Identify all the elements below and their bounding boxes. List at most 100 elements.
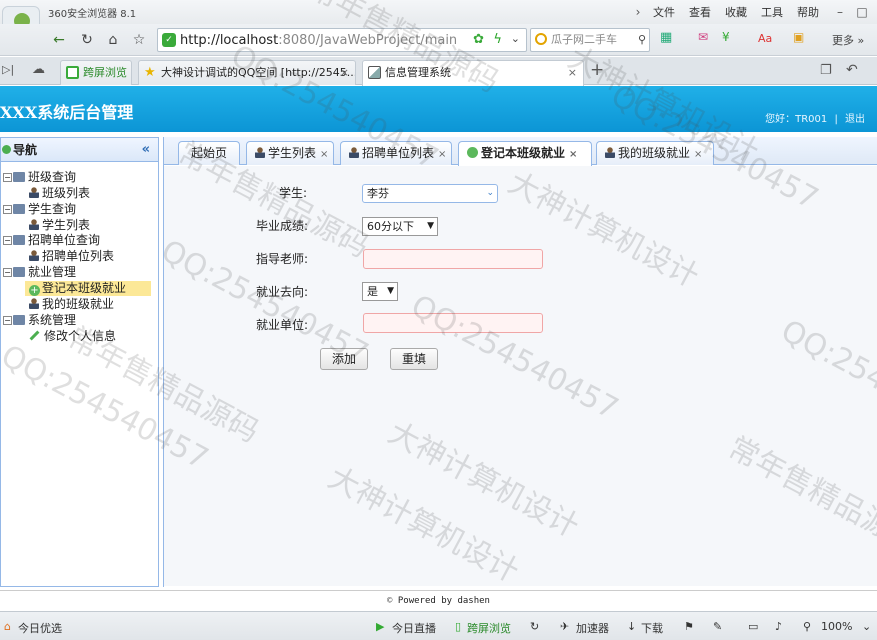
tree-node-edit-profile[interactable]: 修改个人信息 — [29, 329, 116, 344]
url-dropdown-icon[interactable]: ⌄ — [511, 32, 520, 45]
nav-icon — [2, 145, 11, 154]
volume-icon[interactable]: ♪ — [775, 620, 782, 633]
cross-screen-link[interactable]: 跨屏浏览 — [467, 620, 511, 636]
menu-tools[interactable]: 工具 — [761, 4, 783, 20]
search-input[interactable]: 瓜子网二手车 ⚲ — [530, 28, 650, 52]
footer-text: Powered by dashen — [397, 596, 490, 606]
user-icon — [255, 147, 265, 158]
undo-icon[interactable]: ↶ — [846, 62, 858, 78]
browser-tab-strip: ▷| ☁ 跨屏浏览 ★ 大神设计调试的QQ空间 [http://2545... … — [0, 57, 877, 86]
refresh-status-icon[interactable]: ↻ — [530, 620, 539, 633]
more-button[interactable]: 更多 » — [832, 32, 864, 48]
tree-node-student-list[interactable]: 学生列表 — [29, 218, 90, 233]
tab-student-list[interactable]: 学生列表 × — [246, 141, 334, 165]
menu-file[interactable]: 文件 — [653, 4, 675, 20]
rocket-icon: ✈ — [560, 620, 570, 633]
zoom-dropdown-icon[interactable]: ⌄ — [862, 620, 871, 633]
tab-register-employment[interactable]: 登记本班级就业 × — [458, 141, 592, 166]
download-icon: ↓ — [627, 620, 637, 633]
reset-button[interactable]: 重填 — [390, 348, 438, 370]
tab-home[interactable]: 起始页 — [178, 141, 240, 165]
minimize-icon[interactable]: – — [833, 5, 847, 19]
collapse-toggle-icon[interactable]: − — [3, 173, 12, 182]
tab-close-icon[interactable]: × — [320, 149, 328, 160]
close-icon[interactable]: × — [568, 61, 577, 84]
today-live-link[interactable]: 今日直播 — [392, 620, 436, 636]
maximize-icon[interactable]: □ — [855, 5, 869, 19]
back-icon[interactable]: ← — [48, 29, 70, 51]
restore-tab-icon[interactable]: ❐ — [820, 63, 832, 78]
tree-node-employer-query[interactable]: − 招聘单位查询 — [3, 233, 100, 248]
tab-close-icon[interactable]: × — [438, 149, 446, 160]
browser-tab-cross-screen[interactable]: 跨屏浏览 — [60, 60, 132, 85]
shop-icon[interactable]: ⌂ — [4, 620, 11, 633]
nav-arrow-icon[interactable]: › — [631, 5, 645, 19]
dropdown-arrow-icon: ▼ — [427, 221, 434, 231]
company-input[interactable] — [363, 313, 543, 333]
tree-node-class-list[interactable]: 班级列表 — [29, 186, 90, 201]
collapse-toggle-icon[interactable]: − — [3, 268, 12, 277]
zoom-level[interactable]: 100% — [821, 620, 852, 633]
lightning-icon[interactable]: ϟ — [493, 32, 502, 47]
tree-node-my-class-employment[interactable]: 我的班级就业 — [29, 297, 114, 312]
grade-select[interactable]: 60分以下 ▼ — [362, 217, 438, 236]
folder-icon — [13, 315, 25, 325]
nav-title: 导航 — [13, 143, 38, 157]
star-icon: ★ — [144, 65, 156, 80]
nav-sidebar: 导航 « − 班级查询 班级列表 − 学生查询 学生列表 − 招聘单位查询 招聘单位列… — [0, 137, 159, 587]
close-icon[interactable]: × — [340, 61, 349, 84]
add-icon: + — [29, 285, 40, 296]
refresh-green-icon[interactable]: ✿ — [473, 32, 484, 47]
search-icon[interactable]: ⚲ — [638, 29, 646, 51]
direction-label: 就业去向: — [256, 285, 309, 299]
system-title: XXX系统后台管理 — [0, 103, 134, 122]
menu-help[interactable]: 帮助 — [797, 4, 819, 20]
tree-node-register-employment[interactable]: + 登记本班级就业 — [25, 281, 151, 296]
browser-statusbar: ⌂ 今日优选 ▶ 今日直播 ▯ 跨屏浏览 ↻ ✈ 加速器 ↓ 下载 ⚑ ✎ ▭ … — [0, 611, 877, 640]
browser-tab-qq-space[interactable]: ★ 大神设计调试的QQ空间 [http://2545... × — [138, 60, 356, 85]
favorite-star-icon[interactable]: ☆ — [128, 29, 150, 51]
logout-link[interactable]: 退出 — [845, 114, 865, 125]
toolbox-icon[interactable]: ⚑ — [684, 620, 694, 633]
menu-favorites[interactable]: 收藏 — [725, 4, 747, 20]
tree-node-system-mgmt[interactable]: − 系统管理 — [3, 313, 76, 328]
tab-employer-list[interactable]: 招聘单位列表 × — [340, 141, 452, 165]
copyright-icon: © — [387, 596, 393, 606]
menu-view[interactable]: 查看 — [689, 4, 711, 20]
collapse-toggle-icon[interactable]: − — [3, 236, 12, 245]
refresh-icon[interactable]: ↻ — [76, 29, 98, 51]
home-icon[interactable]: ⌂ — [102, 29, 124, 51]
tree-node-class-query[interactable]: − 班级查询 — [3, 170, 76, 185]
tree-node-employer-list[interactable]: 招聘单位列表 — [29, 249, 114, 264]
cloud-icon[interactable]: ☁ — [32, 62, 45, 77]
edit-icon[interactable]: ✎ — [713, 620, 722, 633]
add-button[interactable]: 添加 — [320, 348, 368, 370]
nav-header: 导航 « — [1, 138, 158, 162]
favorites-folder-icon[interactable]: ▣ — [793, 30, 804, 44]
url-bar[interactable]: ✓ http://localhost:8080/JavaWebProject/m… — [157, 28, 527, 52]
mail-icon[interactable]: ✉ — [698, 30, 708, 44]
tree-node-employment-mgmt[interactable]: − 就业管理 — [3, 265, 76, 280]
browser-tab-info-system[interactable]: 信息管理系统 × — [362, 60, 584, 86]
new-tab-icon[interactable]: + — [590, 60, 604, 80]
collapse-toggle-icon[interactable]: − — [3, 205, 12, 214]
today-picks-link[interactable]: 今日优选 — [18, 620, 62, 636]
screen-icon[interactable]: ▭ — [748, 620, 758, 633]
tab-my-class-employment[interactable]: 我的班级就业 × — [596, 141, 714, 165]
direction-select[interactable]: 是 ▼ — [362, 282, 398, 301]
pdf-icon[interactable]: Aа — [758, 32, 772, 45]
money-icon[interactable]: ¥ — [722, 30, 730, 44]
teacher-input[interactable] — [363, 249, 543, 269]
user-icon — [29, 298, 39, 309]
tab-close-icon[interactable]: × — [694, 149, 702, 160]
tab-close-icon[interactable]: × — [569, 149, 577, 160]
sidebar-toggle-icon[interactable]: ▷| — [2, 63, 14, 76]
download-link[interactable]: 下载 — [641, 620, 663, 636]
accelerator-link[interactable]: 加速器 — [576, 620, 609, 636]
student-select[interactable]: 李芬 ⌄ — [362, 184, 498, 203]
zoom-icon[interactable]: ⚲ — [803, 620, 811, 633]
apps-icon[interactable]: ▦ — [660, 30, 672, 45]
collapse-icon[interactable]: « — [142, 138, 150, 162]
tree-node-student-query[interactable]: − 学生查询 — [3, 202, 76, 217]
collapse-toggle-icon[interactable]: − — [3, 316, 12, 325]
